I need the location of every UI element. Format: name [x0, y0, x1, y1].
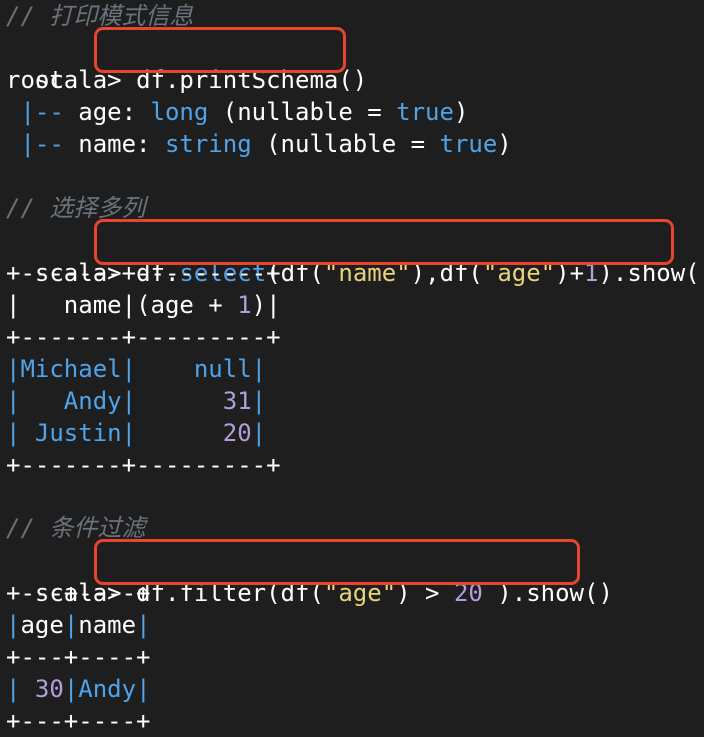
- table2-row: | 30|Andy|: [6, 675, 151, 703]
- table1-border-mid: +-------+---------+: [6, 323, 281, 351]
- table1-border-bottom: +-------+---------+: [6, 451, 281, 479]
- table1-row: | Justin| 20|: [6, 419, 267, 447]
- table1-row: |Michael| null|: [6, 355, 267, 383]
- highlight-box-3: [94, 539, 580, 585]
- table1-border-top: +-------+---------+: [6, 259, 281, 287]
- table2-border-mid: +---+----+: [6, 643, 151, 671]
- table2-border-bottom: +---+----+: [6, 707, 151, 735]
- schema-field-name: |-- name: string (nullable = true): [6, 130, 512, 158]
- table1-header: | name|(age + 1)|: [6, 291, 281, 319]
- table2-border-top: +---+----+: [6, 579, 151, 607]
- highlight-box-1: [94, 27, 346, 73]
- schema-root: root: [6, 66, 64, 94]
- schema-field-age: |-- age: long (nullable = true): [6, 98, 469, 126]
- table2-header: |age|name|: [6, 611, 151, 639]
- table1-row: | Andy| 31|: [6, 387, 267, 415]
